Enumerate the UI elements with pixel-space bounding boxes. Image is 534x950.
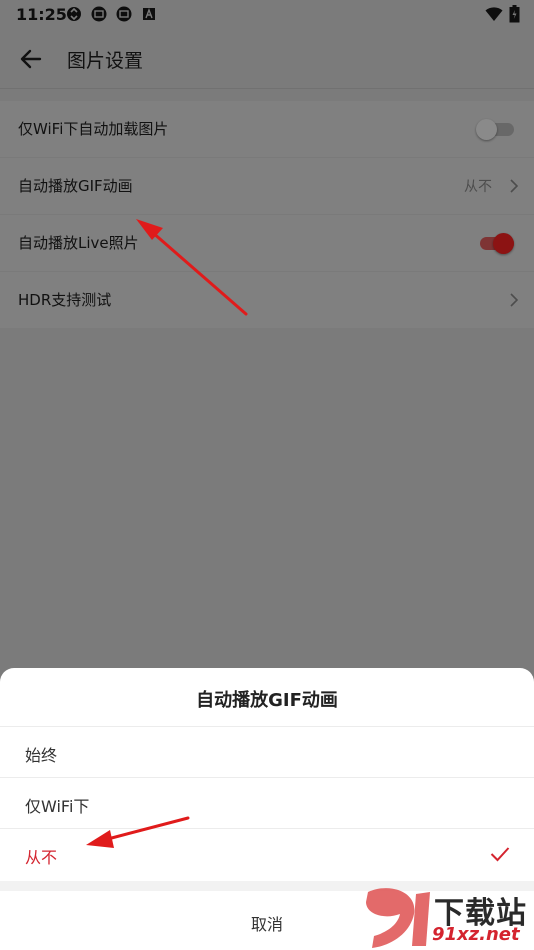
option-label: 从不 <box>25 848 58 867</box>
check-icon <box>490 847 510 862</box>
wifi-icon <box>485 7 503 21</box>
notification-icon-2 <box>116 6 132 22</box>
live-autoplay-toggle[interactable] <box>476 231 514 255</box>
toggle-thumb <box>493 233 514 254</box>
option-wifi-only[interactable]: 仅WiFi下 <box>0 777 534 829</box>
sheet-title: 自动播放GIF动画 <box>196 690 338 711</box>
setting-label: 自动播放Live照片 <box>18 234 139 252</box>
status-bar: 11:25 <box>0 0 534 30</box>
setting-label: 仅WiFi下自动加载图片 <box>18 120 169 138</box>
setting-label: HDR支持测试 <box>18 291 112 309</box>
status-icons <box>66 6 157 22</box>
arrow-left-icon[interactable] <box>18 46 44 72</box>
option-label: 仅WiFi下 <box>25 797 90 816</box>
toggle-thumb <box>476 119 497 140</box>
page-title: 图片设置 <box>67 50 144 72</box>
watermark-url: 91xz.net <box>432 924 520 945</box>
status-right <box>485 5 520 23</box>
setting-wifi-autoload[interactable]: 仅WiFi下自动加载图片 <box>0 101 534 158</box>
option-always[interactable]: 始终 <box>0 726 534 778</box>
chevron-right-icon <box>510 179 519 193</box>
battery-icon <box>509 5 520 23</box>
setting-value: 从不 <box>464 179 492 195</box>
settings-list: 仅WiFi下自动加载图片 自动播放GIF动画 从不 自动播放Live照片 HDR… <box>0 101 534 328</box>
notification-icon <box>91 6 107 22</box>
status-time: 11:25 <box>16 5 67 24</box>
a-icon <box>143 8 155 20</box>
option-never[interactable]: 从不 <box>0 828 534 880</box>
app-bar: 图片设置 <box>0 30 534 89</box>
option-label: 始终 <box>25 746 58 765</box>
wifi-autoload-toggle[interactable] <box>476 117 514 141</box>
chevron-right-icon <box>510 293 519 307</box>
setting-live-autoplay[interactable]: 自动播放Live照片 <box>0 215 534 272</box>
setting-label: 自动播放GIF动画 <box>18 177 133 195</box>
setting-gif-autoplay[interactable]: 自动播放GIF动画 从不 <box>0 158 534 215</box>
setting-hdr-test[interactable]: HDR支持测试 <box>0 272 534 328</box>
sync-icon <box>67 7 81 21</box>
